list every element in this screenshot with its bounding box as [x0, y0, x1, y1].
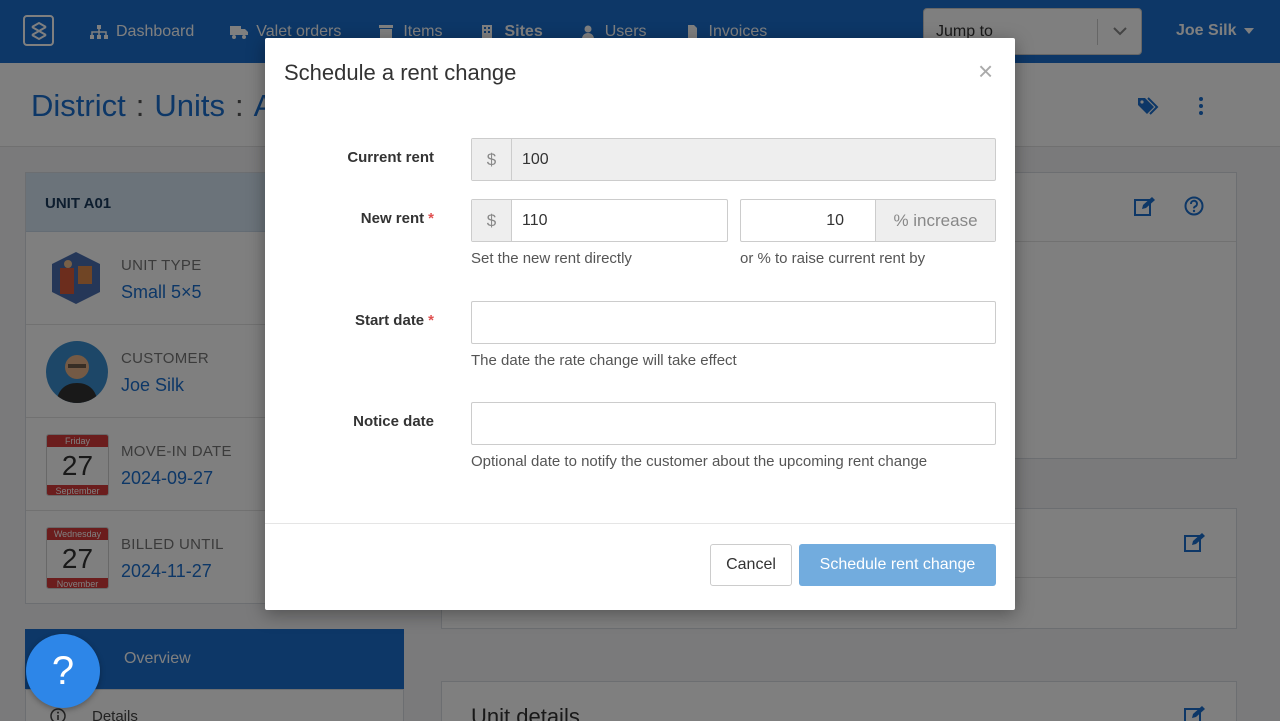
new-rent-input[interactable]: $ 110 — [471, 199, 728, 242]
new-rent-label: New rent * — [360, 210, 434, 227]
rent-change-modal: Schedule a rent change × Current rent $ … — [265, 38, 1015, 610]
modal-footer: Cancel Schedule rent change — [265, 523, 1015, 610]
current-rent-field: $ 100 — [471, 138, 996, 181]
notice-date-input[interactable] — [471, 402, 996, 445]
percent-increase-input[interactable]: 10 % increase — [740, 199, 996, 242]
current-rent-value: 100 — [522, 151, 549, 168]
notice-date-help: Optional date to notify the customer abo… — [471, 453, 928, 470]
start-date-help: The date the rate change will take effec… — [471, 352, 737, 369]
percent-addon: % increase — [875, 200, 995, 241]
start-date-label: Start date * — [354, 312, 434, 329]
start-date-input[interactable] — [471, 301, 996, 344]
new-rent-value: 110 — [522, 212, 548, 229]
cancel-button[interactable]: Cancel — [710, 544, 792, 586]
modal-title: Schedule a rent change — [284, 60, 517, 85]
currency-addon: $ — [472, 139, 512, 180]
new-rent-help: Set the new rent directly — [471, 250, 632, 267]
help-button[interactable]: ? — [26, 634, 100, 708]
percent-help: or % to raise current rent by — [740, 250, 926, 267]
percent-value: 10 — [826, 212, 844, 229]
close-icon[interactable]: × — [978, 56, 993, 87]
current-rent-label: Current rent — [347, 149, 434, 166]
schedule-rent-change-button[interactable]: Schedule rent change — [799, 544, 996, 586]
notice-date-label: Notice date — [353, 413, 434, 430]
currency-addon: $ — [472, 200, 512, 241]
